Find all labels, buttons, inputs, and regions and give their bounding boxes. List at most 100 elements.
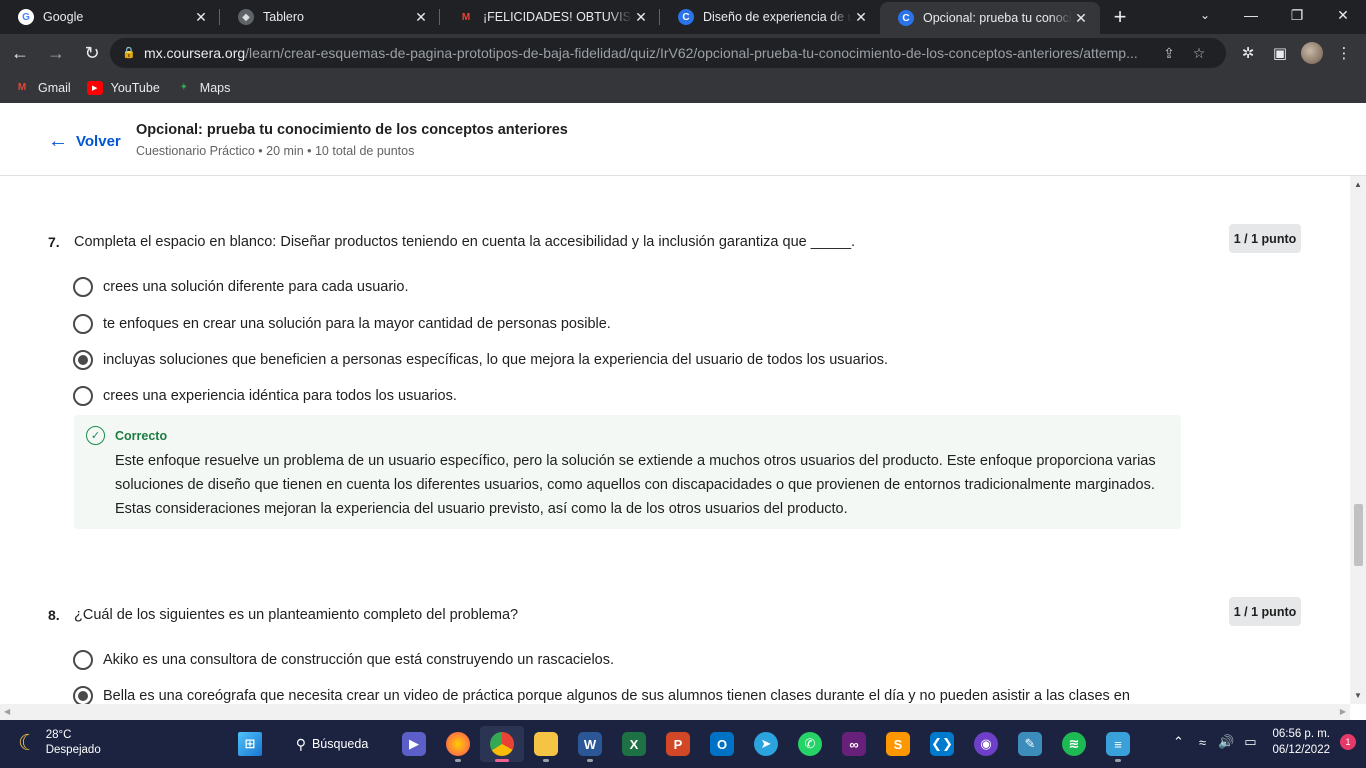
option-7-3[interactable]: incluyas soluciones que beneficien a per… — [73, 350, 888, 370]
feedback-status: Correcto — [115, 429, 168, 443]
app-sublime[interactable]: S — [876, 726, 920, 762]
vscode-icon: ❮❯ — [930, 732, 954, 756]
check-circle-icon: ✓ — [86, 426, 105, 445]
start-button[interactable]: ⊞ — [228, 726, 272, 762]
bookmark-youtube[interactable]: ▶ YouTube — [86, 80, 160, 95]
share-icon[interactable]: ⇪ — [1154, 45, 1184, 62]
vertical-scrollbar[interactable]: ▲ ▼ — [1350, 176, 1366, 704]
clock-time: 06:56 p. m. — [1272, 728, 1330, 740]
notepad-icon: ≡ — [1106, 732, 1130, 756]
close-icon[interactable]: ✕ — [192, 9, 210, 26]
tab-google[interactable]: G Google ✕ — [0, 0, 220, 34]
app-firefox[interactable] — [436, 726, 480, 762]
wifi-icon[interactable]: ≈ — [1190, 735, 1214, 750]
lock-icon: 🔒 — [122, 47, 136, 59]
back-label: Volver — [76, 133, 121, 150]
extensions-icon[interactable]: ✲ — [1232, 38, 1264, 68]
close-icon[interactable]: ✕ — [852, 9, 870, 26]
option-label: Akiko es una consultora de construcción … — [103, 652, 615, 668]
app-outlook[interactable]: O — [700, 726, 744, 762]
app-spotify[interactable]: ≋ — [1052, 726, 1096, 762]
close-icon[interactable]: ✕ — [1072, 10, 1090, 27]
back-button[interactable]: ← Volver — [48, 130, 121, 153]
feedback-text: Este enfoque resuelve un problema de un … — [115, 453, 1156, 517]
horizontal-scrollbar[interactable]: ◀ ▶ — [0, 704, 1350, 720]
radio-button[interactable] — [73, 314, 93, 334]
scroll-right-icon[interactable]: ▶ — [1340, 707, 1346, 716]
volume-icon[interactable]: 🔊 — [1214, 734, 1238, 750]
radio-button[interactable] — [73, 277, 93, 297]
visual-studio-icon: ∞ — [842, 732, 866, 756]
page-subtitle: Cuestionario Práctico • 20 min • 10 tota… — [136, 144, 415, 158]
minimize-icon[interactable]: — — [1228, 0, 1274, 30]
tab-diseno[interactable]: C Diseño de experiencia de usu ✕ — [660, 0, 880, 34]
option-7-1[interactable]: crees una solución diferente para cada u… — [73, 277, 409, 297]
app-telegram[interactable]: ➤ — [744, 726, 788, 762]
temperature: 28°C — [45, 729, 72, 741]
profile-avatar[interactable] — [1296, 38, 1328, 68]
taskbar-search[interactable]: ⚲ Búsqueda — [272, 726, 392, 762]
close-window-icon[interactable]: ✕ — [1320, 0, 1366, 30]
powerpoint-icon: P — [666, 732, 690, 756]
app-github[interactable]: ◉ — [964, 726, 1008, 762]
app-visual-studio[interactable]: ∞ — [832, 726, 876, 762]
restore-icon[interactable]: ❐ — [1274, 0, 1320, 30]
app-tool[interactable]: ✎ — [1008, 726, 1052, 762]
radio-button[interactable] — [73, 650, 93, 670]
bookmark-gmail[interactable]: M Gmail — [14, 81, 71, 95]
feedback-box: ✓ Correcto Este enfoque resuelve un prob… — [74, 415, 1181, 529]
menu-icon[interactable]: ⋮ — [1328, 38, 1360, 68]
new-tab-button[interactable]: + — [1100, 0, 1140, 34]
app-word[interactable]: W — [568, 726, 612, 762]
tab-tablero[interactable]: ◆ Tablero ✕ — [220, 0, 440, 34]
option-7-2[interactable]: te enfoques en crear una solución para l… — [73, 314, 611, 334]
notification-badge[interactable]: 1 — [1340, 734, 1356, 750]
tab-gmail[interactable]: M ¡FELICIDADES! OBTUVISTE LA ✕ — [440, 0, 660, 34]
radio-button-selected[interactable] — [73, 686, 93, 704]
star-icon[interactable]: ☆ — [1184, 45, 1214, 62]
outlook-icon: O — [710, 732, 734, 756]
scroll-left-icon[interactable]: ◀ — [4, 707, 10, 716]
option-8-1[interactable]: Akiko es una consultora de construcción … — [73, 650, 614, 670]
avatar — [1301, 42, 1323, 64]
app-meet[interactable]: ▶ — [392, 726, 436, 762]
browser-toolbar: ← → ↻ 🔒 mx.coursera.org/learn/crear-esqu… — [0, 34, 1366, 72]
battery-icon[interactable]: ▭ — [1238, 734, 1262, 750]
tab-title: Tablero — [263, 10, 304, 24]
weather-widget[interactable]: ☾ 28°C Despejado — [18, 728, 101, 758]
app-notepad[interactable]: ≡ — [1096, 726, 1140, 762]
app-powerpoint[interactable]: P — [656, 726, 700, 762]
tab-search-icon[interactable]: ⌄ — [1190, 0, 1220, 30]
forward-arrow-icon[interactable]: → — [40, 37, 72, 69]
tab-title: Google — [43, 10, 84, 24]
scroll-up-icon[interactable]: ▲ — [1353, 180, 1363, 189]
firefox-icon — [446, 732, 470, 756]
tab-opcional[interactable]: C Opcional: prueba tu conocim ✕ — [880, 2, 1100, 34]
search-label: Búsqueda — [311, 737, 369, 751]
option-7-4[interactable]: crees una experiencia idéntica para todo… — [73, 386, 457, 406]
close-icon[interactable]: ✕ — [632, 9, 650, 26]
radio-button[interactable] — [73, 386, 93, 406]
option-8-2[interactable]: Bella es una coreógrafa que necesita cre… — [73, 686, 1130, 704]
app-vscode[interactable]: ❮❯ — [920, 726, 964, 762]
app-chrome[interactable] — [480, 726, 524, 762]
app-excel[interactable]: X — [612, 726, 656, 762]
bookmark-maps[interactable]: ✦ Maps — [176, 81, 231, 95]
close-icon[interactable]: ✕ — [412, 9, 430, 26]
google-icon: G — [18, 9, 34, 25]
scroll-down-icon[interactable]: ▼ — [1353, 691, 1363, 700]
reload-icon[interactable]: ↻ — [76, 37, 108, 69]
clock[interactable]: 06:56 p. m. 06/12/2022 — [1272, 726, 1330, 758]
bookmark-label: YouTube — [110, 80, 160, 95]
bookmark-label: Maps — [199, 80, 231, 95]
clock-date: 06/12/2022 — [1272, 744, 1330, 756]
chrome-icon — [490, 732, 514, 756]
app-whatsapp[interactable]: ✆ — [788, 726, 832, 762]
app-explorer[interactable] — [524, 726, 568, 762]
radio-button-selected[interactable] — [73, 350, 93, 370]
side-panel-icon[interactable]: ▣ — [1264, 38, 1296, 68]
back-arrow-icon[interactable]: ← — [4, 37, 36, 69]
address-bar[interactable]: 🔒 mx.coursera.org/learn/crear-esquemas-d… — [110, 38, 1226, 68]
scrollbar-thumb[interactable] — [1354, 504, 1363, 566]
chevron-up-icon[interactable]: ⌃ — [1166, 734, 1190, 750]
